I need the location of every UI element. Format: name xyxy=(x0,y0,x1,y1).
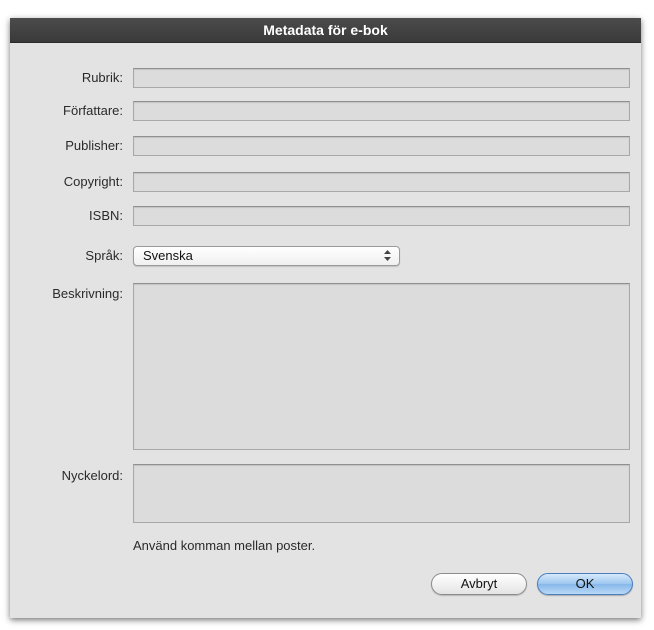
keywords-textarea[interactable] xyxy=(133,464,630,523)
publisher-label: Publisher: xyxy=(65,138,123,153)
ok-button[interactable]: OK xyxy=(537,573,633,595)
updown-arrows-icon xyxy=(384,250,391,261)
language-select[interactable]: Svenska xyxy=(133,246,400,266)
author-label: Författare: xyxy=(63,103,123,118)
publisher-input[interactable] xyxy=(133,136,630,156)
keywords-label: Nyckelord: xyxy=(61,468,123,483)
title-input[interactable] xyxy=(133,68,630,88)
copyright-input[interactable] xyxy=(133,172,630,192)
language-label: Språk: xyxy=(85,248,123,263)
cancel-button[interactable]: Avbryt xyxy=(431,573,527,595)
title-label: Rubrik: xyxy=(81,70,123,85)
language-select-value: Svenska xyxy=(143,248,193,263)
isbn-input[interactable] xyxy=(133,206,630,226)
author-input[interactable] xyxy=(133,101,630,121)
description-label: Beskrivning: xyxy=(52,286,123,301)
copyright-label: Copyright: xyxy=(63,174,123,189)
dialog-title: Metadata för e-bok xyxy=(10,18,641,43)
isbn-label: ISBN: xyxy=(89,208,123,223)
description-textarea[interactable] xyxy=(133,283,630,450)
metadata-dialog: Metadata för e-bok Rubrik: Författare: P… xyxy=(10,18,641,618)
keywords-hint: Använd komman mellan poster. xyxy=(133,538,316,553)
